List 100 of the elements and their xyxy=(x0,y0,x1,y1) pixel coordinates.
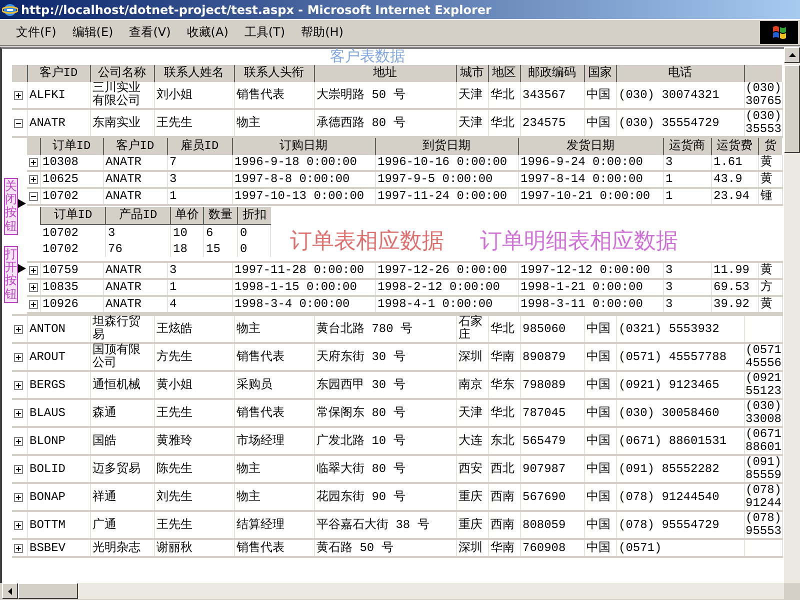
table-cell: 市场经理 xyxy=(234,427,314,455)
table-cell: ANATR xyxy=(103,171,167,188)
collapse-icon[interactable] xyxy=(14,118,23,128)
expand-icon[interactable] xyxy=(14,492,23,502)
table-cell: 1996-9-18 0:00:00 xyxy=(232,155,375,171)
scroll-thumb[interactable] xyxy=(784,65,800,153)
table-cell: 3 xyxy=(167,171,232,188)
expand-icon[interactable] xyxy=(29,300,38,309)
table-cell: 1997-8-8 0:00:00 xyxy=(232,171,375,188)
table-cell: ALFKI xyxy=(27,82,90,109)
table-cell: (030) 33008 xyxy=(744,399,782,427)
horizontal-scrollbar[interactable] xyxy=(2,583,784,599)
column-header: 运货费 xyxy=(711,138,758,155)
table-cell: ANATR xyxy=(103,279,167,296)
expand-icon[interactable] xyxy=(14,90,23,100)
menu-item[interactable]: 文件(F) xyxy=(8,22,64,43)
column-header: 到货日期 xyxy=(375,138,518,155)
table-cell: (0571) xyxy=(616,539,744,557)
menu-item[interactable]: 编辑(E) xyxy=(64,22,122,43)
annotation-text: 订单明细表相应数据 xyxy=(480,228,678,256)
table-cell: 1 xyxy=(663,188,711,205)
table-cell: 光明杂志 xyxy=(90,539,154,557)
table-cell: 临翠大街 80 号 xyxy=(314,455,456,483)
expand-icon[interactable] xyxy=(14,380,23,390)
table-cell: 华北 xyxy=(488,315,520,343)
pointer-icon xyxy=(18,199,26,208)
browser-icon xyxy=(2,2,18,18)
table-cell: (078) 95553 xyxy=(744,511,782,539)
scroll-up-button[interactable] xyxy=(784,47,800,63)
table-cell: 迈多贸易 xyxy=(90,455,154,483)
left-arrow-icon xyxy=(8,588,12,594)
table-cell: 中国 xyxy=(584,539,616,557)
expand-icon[interactable] xyxy=(29,266,38,275)
table-cell: 985060 xyxy=(520,315,584,343)
table-cell: 大连 xyxy=(456,427,488,455)
table-cell: 69.53 xyxy=(711,279,758,296)
table-cell: (0671) 88601531 xyxy=(616,427,744,455)
menu-item[interactable]: 收藏(A) xyxy=(178,22,236,43)
column-header: 城市 xyxy=(456,65,488,82)
column-header: 公司名称 xyxy=(90,65,154,82)
table-cell: 王先生 xyxy=(154,511,234,539)
table-cell: BONAP xyxy=(27,483,90,511)
column-header: 订购日期 xyxy=(232,138,375,155)
table-cell: (030) 30074321 xyxy=(616,82,744,109)
menu-item[interactable]: 工具(T) xyxy=(236,22,294,43)
table-cell: 黄小姐 xyxy=(154,371,234,399)
table-cell: ANATR xyxy=(103,296,167,313)
table-cell: 坦森行贸易 xyxy=(90,315,154,343)
expand-icon[interactable] xyxy=(14,436,23,446)
annotation-label: 打开按钮 xyxy=(4,246,18,303)
expand-icon[interactable] xyxy=(14,544,23,552)
window-title: http://localhost/dotnet-project/test.aspx - Microsoft Internet Explorer xyxy=(21,2,492,16)
column-header: 地区 xyxy=(488,65,520,82)
table-cell: (0571 45556 xyxy=(744,343,782,371)
table-cell: 黄雅玲 xyxy=(154,427,234,455)
expand-icon[interactable] xyxy=(29,158,38,167)
table-cell: 祥通 xyxy=(90,483,154,511)
table-cell: 1997-12-12 0:00:00 xyxy=(518,262,663,279)
expand-icon[interactable] xyxy=(14,464,23,474)
expand-icon[interactable] xyxy=(14,324,23,334)
table-cell: 7 xyxy=(167,155,232,171)
table-cell: 6 xyxy=(204,224,238,241)
column-header: 折扣 xyxy=(238,207,270,224)
column-header: 单价 xyxy=(170,207,204,224)
table-cell: 国皓 xyxy=(90,427,154,455)
table-cell: 中国 xyxy=(584,511,616,539)
annotation-text: 客户表数据 xyxy=(330,47,405,66)
expand-icon[interactable] xyxy=(29,283,38,292)
table-cell: BLONP xyxy=(27,427,90,455)
table-cell: 76 xyxy=(106,241,170,257)
table-cell: 1996-9-24 0:00:00 xyxy=(518,155,663,171)
table-cell: (030) 30058460 xyxy=(616,399,744,427)
vertical-scrollbar[interactable] xyxy=(784,47,800,583)
table-cell: (078) 91244540 xyxy=(616,483,744,511)
scroll-thumb[interactable] xyxy=(18,583,78,599)
table-cell: (091) 85559 xyxy=(744,455,782,483)
column-header: 客户ID xyxy=(27,65,90,82)
table-cell: 1997-9-5 0:00:00 xyxy=(375,171,518,188)
table-cell: 物主 xyxy=(234,483,314,511)
menu-item[interactable]: 帮助(H) xyxy=(293,22,352,43)
scroll-left-button[interactable] xyxy=(2,583,18,599)
table-cell: 3 xyxy=(106,224,170,241)
table-cell: 南京 xyxy=(456,371,488,399)
table-cell: 1998-2-12 0:00:00 xyxy=(375,279,518,296)
table-cell: 陈先生 xyxy=(154,455,234,483)
table-cell: 567690 xyxy=(520,483,584,511)
expand-icon[interactable] xyxy=(14,520,23,530)
expand-icon[interactable] xyxy=(14,352,23,362)
table-cell: 10926 xyxy=(40,296,103,313)
collapse-icon[interactable] xyxy=(29,192,38,201)
column-header: 订单ID xyxy=(40,138,103,155)
menu-item[interactable]: 查看(V) xyxy=(121,22,179,43)
table-cell: 10702 xyxy=(40,188,103,205)
column-header: 国家 xyxy=(584,65,616,82)
column-header: 产品ID xyxy=(106,207,170,224)
expand-icon[interactable] xyxy=(14,408,23,418)
table-cell: 平谷嘉石大街 38 号 xyxy=(314,511,456,539)
expand-icon[interactable] xyxy=(29,175,38,184)
table-cell: 东北 xyxy=(488,427,520,455)
table-cell: 黄 xyxy=(758,262,782,279)
